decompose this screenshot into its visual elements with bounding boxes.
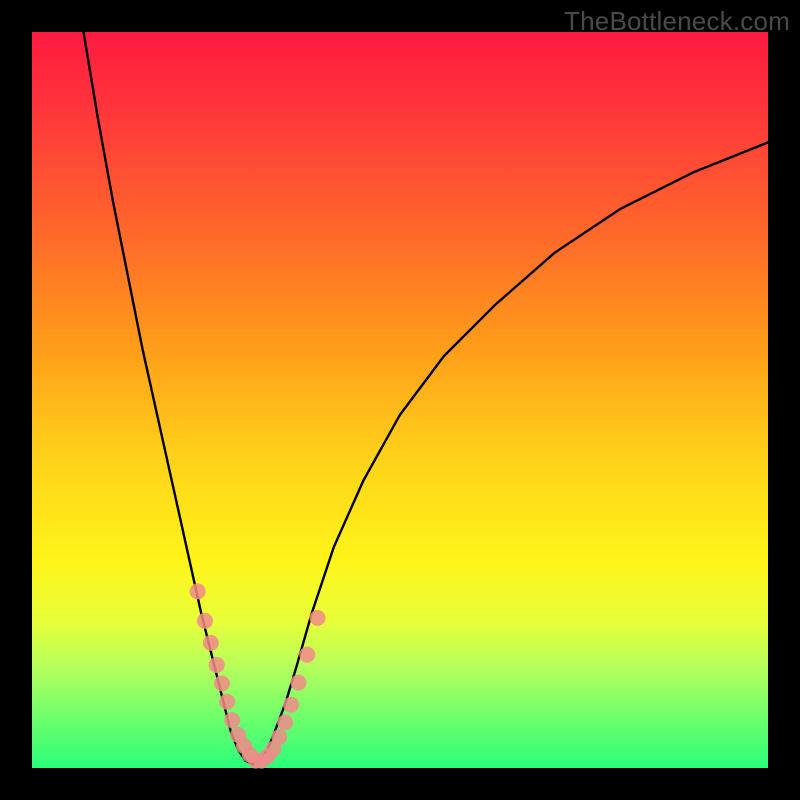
chart-svg [32, 32, 768, 768]
scatter-point [190, 583, 206, 599]
bottleneck-curve [84, 32, 768, 764]
curve-left-branch [84, 32, 253, 764]
scatter-point [277, 714, 293, 730]
scatter-point [209, 657, 225, 673]
scatter-point [219, 694, 235, 710]
scatter-point [310, 610, 326, 626]
scatter-point [214, 675, 230, 691]
scatter-point [197, 613, 213, 629]
scatter-point [283, 697, 299, 713]
scatter-point [299, 647, 315, 663]
scatter-point [203, 635, 219, 651]
chart-plot-area [32, 32, 768, 768]
watermark-label: TheBottleneck.com [564, 6, 790, 37]
scatter-markers [190, 583, 326, 768]
curve-right-branch [253, 142, 768, 764]
chart-frame: TheBottleneck.com [0, 0, 800, 800]
scatter-point [290, 675, 306, 691]
scatter-point [271, 729, 287, 745]
scatter-point [224, 712, 240, 728]
